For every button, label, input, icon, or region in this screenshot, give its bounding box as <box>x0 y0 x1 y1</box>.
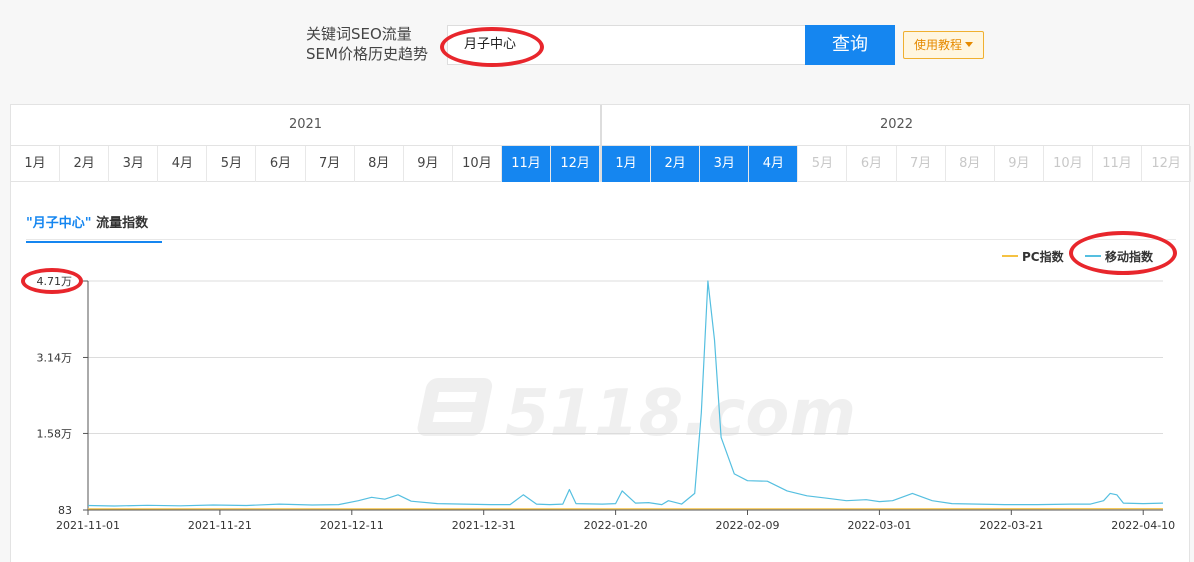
month-2021-5[interactable]: 5月 <box>207 146 256 182</box>
search-input[interactable]: 月子中心 <box>447 25 805 65</box>
legend-pc-swatch <box>1002 255 1018 257</box>
legend-mobile-swatch <box>1085 255 1101 257</box>
tab-divider <box>26 239 1176 240</box>
month-2021-9[interactable]: 9月 <box>404 146 453 182</box>
month-2021-4[interactable]: 4月 <box>158 146 207 182</box>
search-bar: 关键词SEO流量 SEM价格历史趋势 月子中心 查询 使用教程 <box>0 0 1194 104</box>
caret-down-icon <box>965 42 973 47</box>
date-range-selector: 2021 2022 1月2月3月4月5月6月7月8月9月10月11月12月1月2… <box>10 104 1190 182</box>
month-2021-2[interactable]: 2月 <box>60 146 109 182</box>
legend-pc-label: PC指数 <box>1022 250 1064 264</box>
month-2021-3[interactable]: 3月 <box>109 146 158 182</box>
year-2022: 2022 <box>602 105 1191 145</box>
legend-pc[interactable]: PC指数 <box>1002 248 1064 265</box>
month-2022-7: 7月 <box>897 146 946 182</box>
month-2022-12: 12月 <box>1142 146 1191 182</box>
help-dropdown-button[interactable]: 使用教程 <box>903 31 984 59</box>
chart-panel: "月子中心" 流量指数 PC指数 移动指数 <box>10 182 1190 562</box>
month-2021-12[interactable]: 12月 <box>551 146 600 182</box>
month-2022-1[interactable]: 1月 <box>602 146 651 182</box>
month-2022-5: 5月 <box>798 146 847 182</box>
legend-mobile[interactable]: 移动指数 <box>1085 248 1153 265</box>
search-label: 关键词SEO流量 SEM价格历史趋势 <box>306 24 446 64</box>
month-2021-6[interactable]: 6月 <box>257 146 306 182</box>
year-divider <box>600 105 602 181</box>
month-2022-8: 8月 <box>946 146 995 182</box>
tab-title: 流量指数 <box>96 216 148 231</box>
month-2022-10: 10月 <box>1044 146 1093 182</box>
month-2021-7[interactable]: 7月 <box>306 146 355 182</box>
month-2022-4[interactable]: 4月 <box>749 146 798 182</box>
month-2022-3[interactable]: 3月 <box>700 146 749 182</box>
month-2021-1[interactable]: 1月 <box>11 146 60 182</box>
month-2022-6: 6月 <box>848 146 897 182</box>
month-2022-9: 9月 <box>995 146 1044 182</box>
legend-mobile-label: 移动指数 <box>1105 250 1153 264</box>
month-2021-8[interactable]: 8月 <box>355 146 404 182</box>
month-2021-10[interactable]: 10月 <box>453 146 502 182</box>
month-2022-2[interactable]: 2月 <box>651 146 700 182</box>
year-2021: 2021 <box>11 105 600 145</box>
tab-keyword: "月子中心" <box>26 216 92 231</box>
month-2022-11: 11月 <box>1093 146 1142 182</box>
help-label: 使用教程 <box>914 38 962 52</box>
search-label-line2: SEM价格历史趋势 <box>306 44 446 64</box>
search-label-line1: 关键词SEO流量 <box>306 24 446 44</box>
search-button[interactable]: 查询 <box>805 25 895 65</box>
month-2021-11[interactable]: 11月 <box>502 146 551 182</box>
